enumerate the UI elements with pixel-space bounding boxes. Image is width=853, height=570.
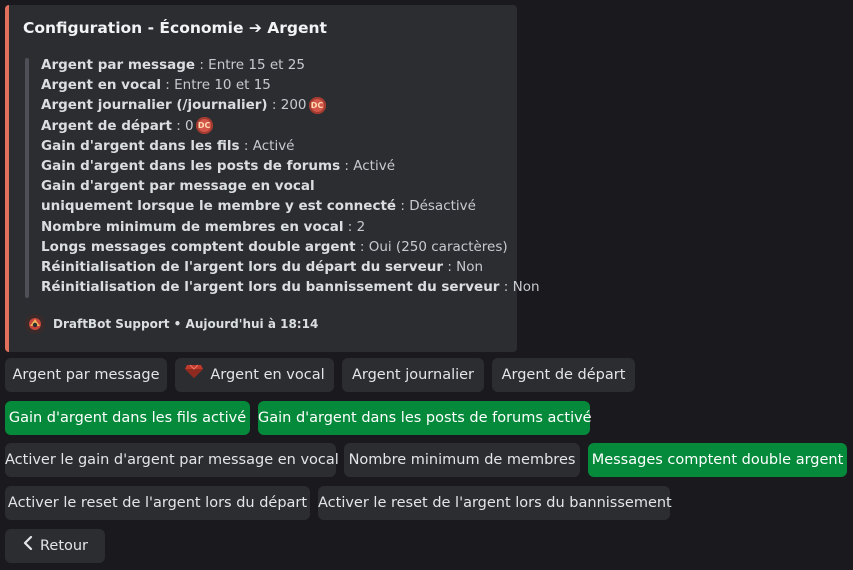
setting-lines: Argent par message : Entre 15 et 25 Argen… [41,55,540,297]
setting-key: Réinitialisation de l'argent lors du dép… [41,258,444,275]
setting-value: : 0 [171,117,194,134]
setting-value: : 2 [343,218,366,235]
setting-key: Gain d'argent dans les fils [41,137,240,154]
embed-title: Configuration - Économie ➔ Argent [23,19,327,37]
button-label: Activer le gain d'argent par message en … [5,452,339,468]
button-label: Argent par message [12,367,160,383]
button-label: Messages comptent double argent [591,452,844,468]
activer-gain-vocal-button[interactable]: Activer le gain d'argent par message en … [5,443,339,477]
setting-line: Gain d'argent par message en vocal [41,176,540,196]
setting-value: : 200 [267,97,307,114]
setting-line: Gain d'argent dans les posts de forums :… [41,156,540,176]
setting-line: uniquement lorsque le membre y est conne… [41,196,540,216]
button-label: Activer le reset de l'argent lors du ban… [318,495,672,511]
quote-bar [25,58,29,298]
gain-forums-button[interactable]: Gain d'argent dans les posts de forums a… [258,401,592,435]
setting-line: Argent journalier (/journalier) : 200 DC [41,95,540,115]
setting-key: Réinitialisation de l'argent lors du ban… [41,279,500,296]
footer-text: DraftBot Support • Aujourd'hui à 18:14 [53,317,319,331]
setting-value: : Activé [340,157,396,174]
setting-key: Longs messages comptent double argent [41,238,356,255]
setting-line: Réinitialisation de l'argent lors du ban… [41,277,540,297]
setting-line: Longs messages comptent double argent : … [41,237,540,257]
setting-key: Argent de départ [41,117,172,134]
setting-key: Nombre minimum de membres en vocal [41,218,344,235]
setting-key: Argent par message [41,57,196,73]
setting-key: Gain d'argent par message en vocal [41,178,315,195]
config-embed: Configuration - Économie ➔ Argent Argent… [5,5,540,352]
button-label: Argent de départ [501,367,626,383]
argent-par-message-button[interactable]: Argent par message [5,358,167,392]
setting-key: Argent en vocal [41,77,161,94]
setting-value: : Désactivé [396,198,476,215]
setting-value: : Non [499,279,540,296]
setting-line: Argent de départ : 0 DC [41,116,540,136]
setting-line: Gain d'argent dans les fils : Activé [41,136,540,156]
button-label: Retour [39,538,89,554]
button-label: Activer le reset de l'argent lors du dép… [7,495,308,511]
setting-value: : Activé [239,137,295,154]
argent-journalier-button[interactable]: Argent journalier [342,358,484,392]
setting-key: uniquement lorsque le membre y est conne… [41,198,397,215]
button-label: Nombre minimum de membres [348,452,576,468]
retour-button[interactable]: Retour [5,529,105,563]
gem-icon [184,358,204,392]
dc-coin-icon: DC [308,96,326,114]
setting-value: : Entre 15 et 25 [195,57,305,73]
setting-line: Argent en vocal : Entre 10 et 15 [41,75,540,95]
button-label: Gain d'argent dans les fils activé [8,410,247,426]
reset-depart-button[interactable]: Activer le reset de l'argent lors du dép… [5,486,310,520]
button-label: Argent en vocal [210,367,325,383]
reset-bannissement-button[interactable]: Activer le reset de l'argent lors du ban… [318,486,672,520]
setting-line: Nombre minimum de membres en vocal : 2 [41,217,540,237]
setting-value: : Entre 10 et 15 [160,77,271,94]
nombre-minimum-button[interactable]: Nombre minimum de membres [344,443,580,477]
gain-fils-button[interactable]: Gain d'argent dans les fils activé [5,401,250,435]
setting-line: Réinitialisation de l'argent lors du dép… [41,257,540,277]
argent-de-depart-button[interactable]: Argent de départ [492,358,635,392]
setting-key: Argent journalier (/journalier) [41,97,268,114]
bot-avatar-icon [25,314,45,334]
messages-double-button[interactable]: Messages comptent double argent [588,443,847,477]
embed-footer: DraftBot Support • Aujourd'hui à 18:14 [25,314,318,334]
chevron-left-icon [22,529,34,563]
argent-en-vocal-button[interactable]: Argent en vocal [175,358,334,392]
dc-coin-icon: DC [195,117,213,135]
setting-value: : Oui (250 caractères) [355,238,508,255]
setting-value: : Non [443,258,484,275]
setting-key: Gain d'argent dans les posts de forums [41,157,341,174]
button-label: Gain d'argent dans les posts de forums a… [258,410,592,426]
button-label: Argent journalier [351,367,475,383]
setting-line: Argent par message : Entre 15 et 25 [41,55,540,75]
